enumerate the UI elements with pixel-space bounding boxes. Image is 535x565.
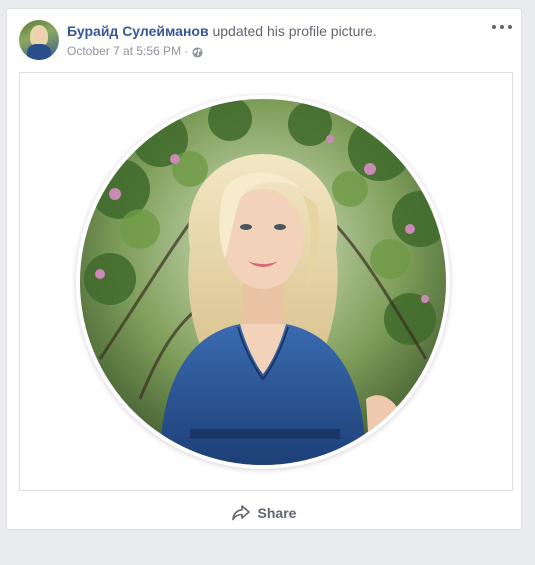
post-action-text: updated his profile picture. [212,23,377,39]
meta-separator: · [184,44,189,58]
post-headline: Бурайд Сулейманов updated his profile pi… [67,22,467,40]
post-card: Бурайд Сулейманов updated his profile pi… [6,8,522,530]
more-options-icon[interactable] [492,21,512,33]
photo-frame [19,72,513,491]
author-avatar[interactable] [19,20,59,60]
post-header: Бурайд Сулейманов updated his profile pi… [67,22,467,59]
post-meta: October 7 at 5:56 PM · [67,43,467,59]
avatar-face [34,29,44,41]
post-timestamp[interactable]: October 7 at 5:56 PM [67,43,181,59]
more-dot [500,25,504,29]
share-button[interactable]: Share [7,503,521,523]
more-dot [508,25,512,29]
author-name-link[interactable]: Бурайд Сулейманов [67,23,209,39]
profile-photo-image [80,99,446,465]
share-arrow-icon [231,505,250,521]
globe-icon[interactable] [192,46,203,58]
share-label: Share [257,505,297,521]
avatar-dress [27,44,51,60]
more-dot [492,25,496,29]
profile-photo[interactable] [80,99,446,465]
